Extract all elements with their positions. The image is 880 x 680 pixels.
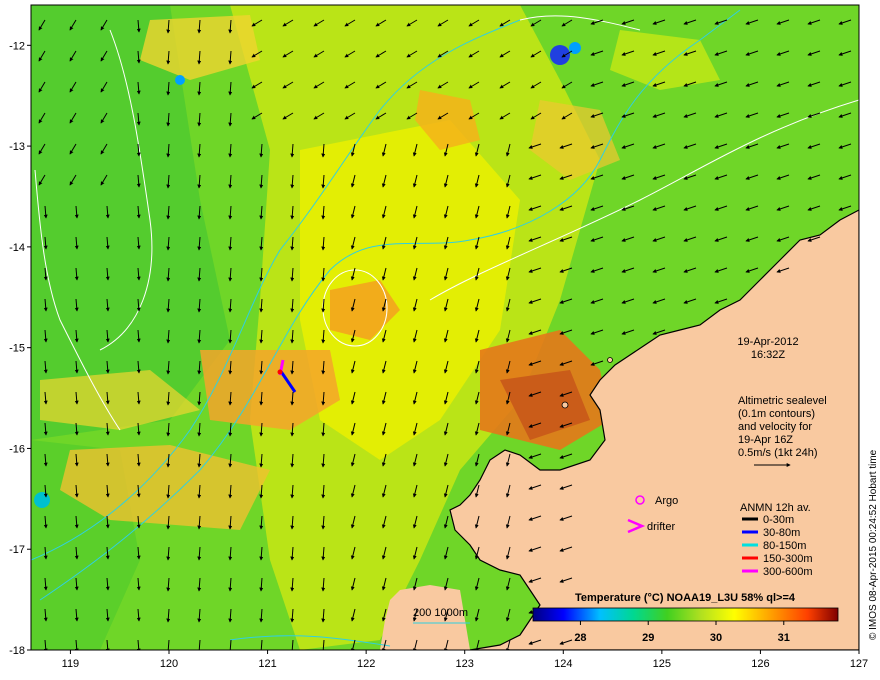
anmn-item-label: 150-300m: [763, 553, 813, 565]
lon-tick-label: 124: [554, 658, 572, 670]
colorbar: [532, 607, 839, 622]
lon-tick-label: 125: [653, 658, 671, 670]
anmn-item-label: 300-600m: [763, 566, 813, 578]
colorbar-tick-label: 30: [710, 632, 722, 644]
anmn-item-label: 80-150m: [763, 540, 806, 552]
lat-tick-label: -17: [9, 544, 25, 556]
longitude-axis: 119 120 121 122 123 124 125 126 127: [62, 650, 868, 670]
anmn-item-label: 30-80m: [763, 527, 800, 539]
altimetry-line-2: (0.1m contours): [738, 408, 815, 420]
lat-tick-label: -13: [9, 141, 25, 153]
anmn-item-label: 0-30m: [763, 514, 794, 526]
lon-tick-label: 121: [258, 658, 276, 670]
latitude-axis: -12 -13 -14 -15 -16 -17 -18: [9, 40, 31, 657]
lat-tick-label: -15: [9, 343, 25, 355]
lon-tick-label: 127: [850, 658, 868, 670]
altimetry-line-5: 0.5m/s (1kt 24h): [738, 447, 817, 459]
time-label: 16:32Z: [751, 349, 786, 361]
altimetry-line-3: and velocity for: [738, 421, 812, 433]
lon-tick-label: 122: [357, 658, 375, 670]
lon-tick-label: 123: [456, 658, 474, 670]
colorbar-tick-label: 31: [778, 632, 790, 644]
altimetry-line-4: 19-Apr 16Z: [738, 434, 793, 446]
lon-tick-label: 119: [62, 658, 80, 670]
sea-surface-temperature-field: [31, 5, 859, 650]
colorbar-tick-label: 29: [642, 632, 654, 644]
lon-tick-label: 126: [751, 658, 769, 670]
drifter-label: drifter: [647, 521, 675, 533]
sst-map: -12 -13 -14 -15 -16 -17 -18 119 120 121 122 123 124…: [9, 4, 879, 670]
date-label: 19-Apr-2012: [737, 336, 798, 348]
lat-tick-label: -18: [9, 645, 25, 657]
credit-label: © IMOS 08-Apr-2015 00:24:52 Hobart time: [868, 449, 879, 640]
colorbar-title: Temperature (°C) NOAA19_L3U 58% ql>=4: [575, 592, 796, 604]
lat-tick-label: -16: [9, 443, 25, 455]
altimetry-line-1: Altimetric sealevel: [738, 395, 827, 407]
lat-tick-label: -12: [9, 40, 25, 52]
anmn-title: ANMN 12h av.: [740, 502, 811, 514]
lon-tick-label: 120: [160, 658, 178, 670]
lat-tick-label: -14: [9, 242, 25, 254]
isobath-label: 200 1000m: [413, 607, 468, 619]
colorbar-tick-label: 28: [574, 632, 586, 644]
argo-label: Argo: [655, 495, 678, 507]
